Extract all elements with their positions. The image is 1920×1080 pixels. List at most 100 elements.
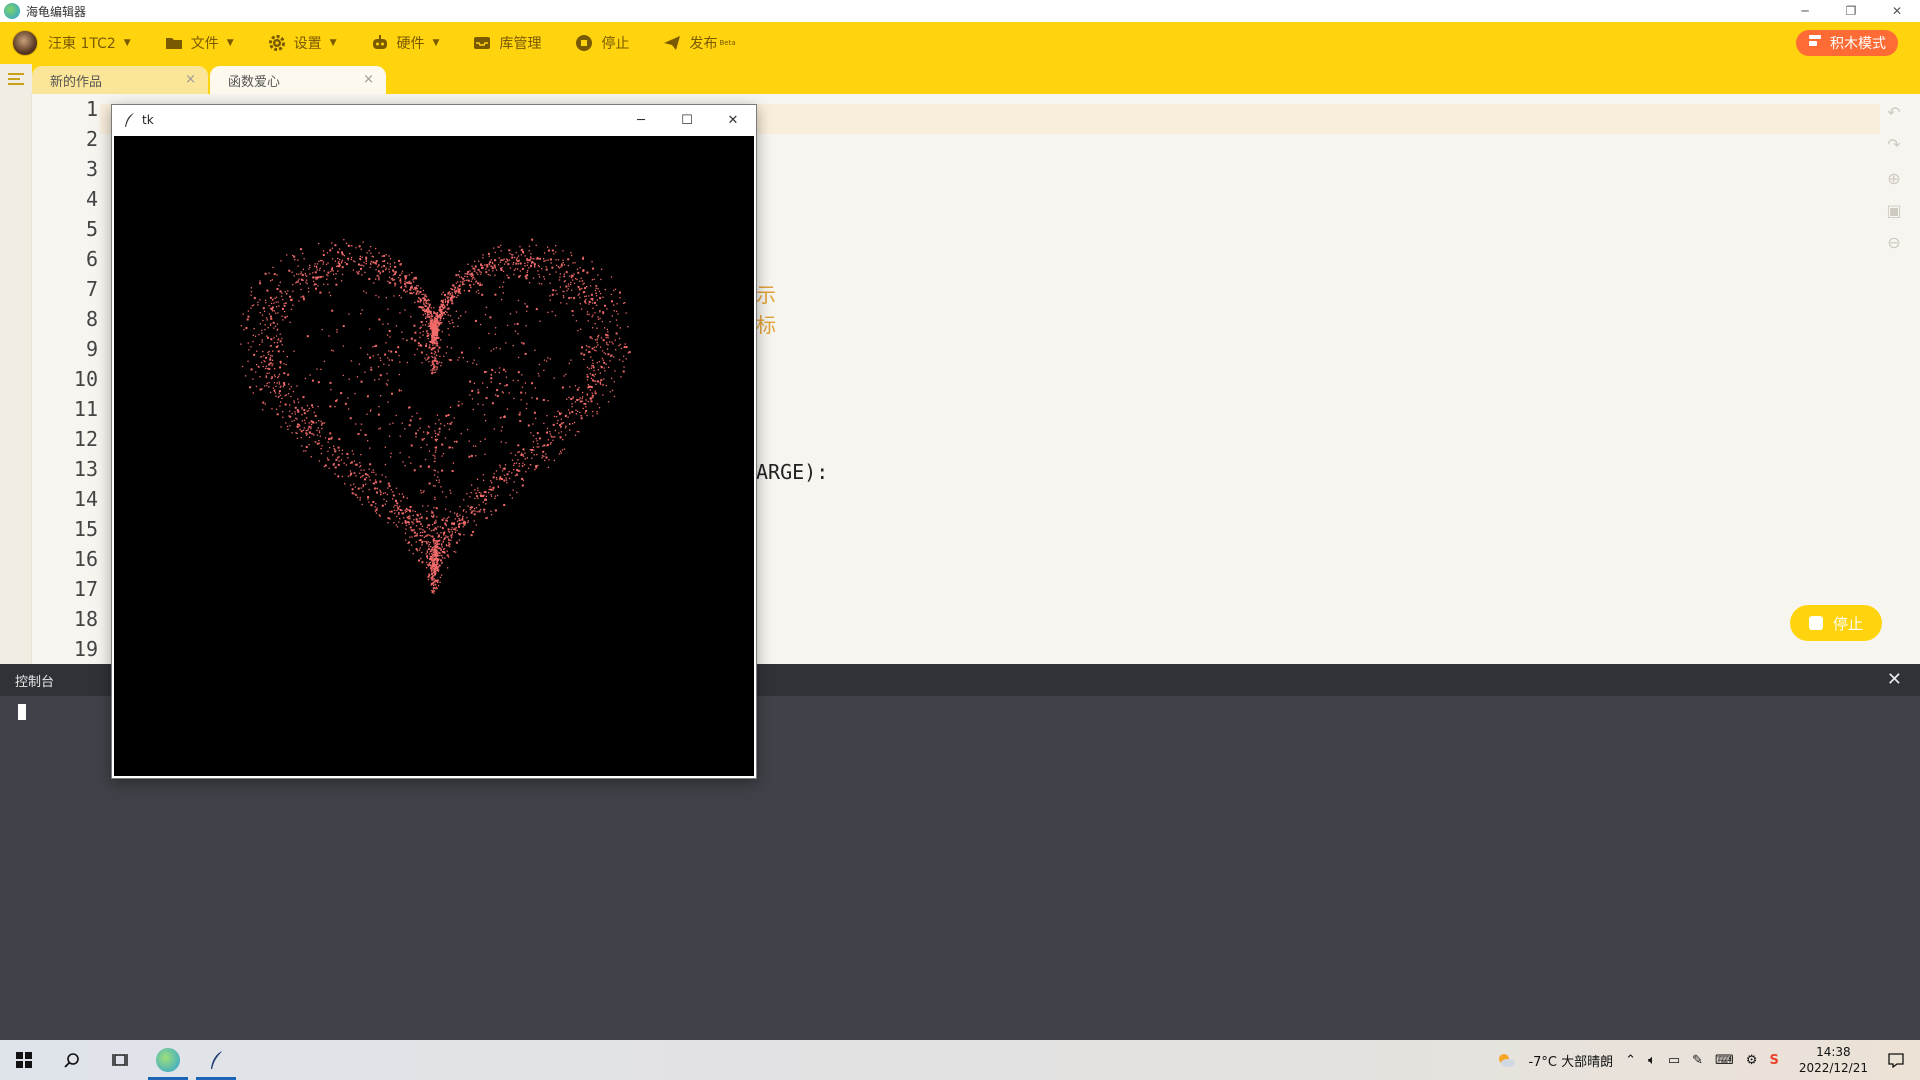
search-button[interactable]	[48, 1040, 96, 1080]
user-menu[interactable]: 汪東 1TC2 ▼	[48, 22, 131, 64]
line-number: 16	[73, 547, 98, 571]
publish-button[interactable]: 发布 Beta	[663, 22, 736, 64]
pen-icon[interactable]: ✎	[1692, 1053, 1703, 1068]
file-menu-label: 文件	[190, 36, 219, 52]
block-mode-label: 积木模式	[1830, 36, 1886, 52]
stop-icon	[1808, 616, 1823, 630]
chevron-up-icon[interactable]: ⌃	[1625, 1053, 1636, 1068]
settings-menu[interactable]: 设置 ▼	[268, 22, 337, 64]
zoom-in-icon[interactable]: ⊕	[1884, 168, 1904, 188]
feather-icon	[125, 113, 134, 127]
tab-label: 新的作品	[50, 74, 103, 90]
weather-icon[interactable]	[1496, 1052, 1516, 1068]
library-manager-button[interactable]: 库管理	[473, 22, 541, 64]
user-name: 汪東 1TC2	[48, 36, 116, 52]
code-line: ARGE):	[756, 460, 829, 484]
tk-titlebar[interactable]: tk ─ ☐ ✕	[112, 105, 756, 135]
line-number: 7	[85, 277, 98, 301]
line-number: 5	[85, 217, 98, 241]
tk-minimize-button[interactable]: ─	[618, 105, 664, 135]
side-strip	[0, 94, 32, 664]
tab-close-button[interactable]: ×	[185, 72, 196, 87]
beta-badge: Beta	[719, 39, 736, 47]
feather-icon	[210, 1051, 223, 1069]
line-number: 11	[73, 397, 98, 421]
redo-icon[interactable]: ↷	[1884, 134, 1904, 154]
line-number: 10	[73, 367, 98, 391]
tk-maximize-button[interactable]: ☐	[664, 105, 710, 135]
stop-button[interactable]: 停止	[575, 22, 629, 64]
clock-date: 2022/12/21	[1798, 1061, 1868, 1075]
stop-label: 停止	[1832, 614, 1863, 633]
tab-close-button[interactable]: ×	[363, 72, 374, 87]
tab-label: 函数爱心	[228, 74, 281, 90]
tab-function-heart[interactable]: 函数爱心 ×	[210, 66, 386, 94]
restore-button[interactable]: ❐	[1828, 0, 1874, 22]
line-number: 6	[85, 247, 98, 271]
line-number: 13	[73, 457, 98, 481]
chevron-down-icon: ▼	[226, 38, 234, 48]
blocks-icon	[1808, 34, 1822, 52]
search-icon	[64, 1053, 79, 1068]
notification-icon[interactable]	[1888, 1052, 1904, 1068]
menu-toggle-button[interactable]	[0, 64, 32, 94]
line-number: 9	[85, 337, 98, 361]
line-number: 12	[73, 427, 98, 451]
clock-time: 14:38	[1816, 1045, 1851, 1059]
code-comment: 标	[756, 313, 776, 337]
block-mode-button[interactable]: 积木模式	[1796, 30, 1898, 56]
weather-text[interactable]: -7°C 大部晴朗	[1528, 1051, 1613, 1070]
line-number: 14	[73, 487, 98, 511]
line-number-gutter: 1 2 3 4 5 6 7 8 9 10 11 12 13 14 15 16 17 18 19	[40, 94, 100, 664]
heart-particles	[240, 238, 631, 594]
taskbar-turtle-editor[interactable]	[144, 1040, 192, 1080]
speaker-icon[interactable]: 🔈︎	[1648, 1053, 1656, 1068]
folder-icon	[165, 34, 183, 52]
tk-window[interactable]: tk ─ ☐ ✕	[111, 104, 757, 779]
avatar[interactable]	[12, 30, 38, 56]
settings-menu-label: 设置	[293, 36, 322, 52]
line-number: 18	[73, 607, 98, 631]
tab-new-work[interactable]: 新的作品 ×	[32, 66, 208, 94]
inbox-icon	[473, 34, 491, 52]
system-tray: -7°C 大部晴朗 ⌃ 🔈︎ ▭ ✎ ⌨ ⚙ S 14:38 2022/12/2…	[1490, 1040, 1920, 1080]
network-icon[interactable]: ▭	[1668, 1053, 1680, 1068]
undo-icon[interactable]: ↶	[1884, 102, 1904, 122]
tk-title: tk	[142, 113, 154, 127]
line-number: 3	[85, 157, 98, 181]
file-menu[interactable]: 文件 ▼	[165, 22, 234, 64]
app-title: 海龟编辑器	[26, 4, 87, 19]
tk-close-button[interactable]: ✕	[710, 105, 756, 135]
keyboard-icon[interactable]: ⌨	[1715, 1053, 1734, 1068]
clock[interactable]: 14:38 2022/12/21	[1799, 1044, 1868, 1076]
line-number: 15	[73, 517, 98, 541]
paper-plane-icon	[663, 34, 681, 52]
console-close-button[interactable]: ✕	[1887, 669, 1902, 690]
line-number: 2	[85, 127, 98, 151]
app-logo-icon	[4, 3, 20, 19]
editor-side-tools: ↶ ↷ ⊕ ▣ ⊖	[1884, 102, 1908, 264]
sogou-icon[interactable]: S	[1769, 1053, 1778, 1068]
line-number: 1	[85, 97, 98, 121]
line-number: 4	[85, 187, 98, 211]
start-button[interactable]	[0, 1040, 48, 1080]
taskbar-tk-window[interactable]	[192, 1040, 240, 1080]
task-view-button[interactable]	[96, 1040, 144, 1080]
floating-stop-button[interactable]: 停止	[1790, 605, 1882, 641]
input-method-icon[interactable]: ⚙	[1746, 1053, 1758, 1068]
close-button[interactable]: ✕	[1874, 0, 1920, 22]
line-number: 8	[85, 307, 98, 331]
console-cursor	[18, 704, 26, 720]
main-toolbar: 汪東 1TC2 ▼ 文件 ▼ 设置 ▼ 硬件 ▼ 库管理 停止 发布 Beta …	[0, 22, 1920, 64]
publish-label: 发布	[689, 36, 718, 52]
zoom-out-icon[interactable]: ⊖	[1884, 232, 1904, 252]
hardware-menu[interactable]: 硬件 ▼	[371, 22, 439, 64]
code-comment: 示	[756, 283, 776, 307]
minimize-button[interactable]: ─	[1782, 0, 1828, 22]
windows-icon	[16, 1052, 32, 1068]
list-icon	[8, 73, 24, 85]
hardware-menu-label: 硬件	[396, 36, 425, 52]
task-view-icon	[112, 1054, 128, 1066]
console-title: 控制台	[15, 674, 55, 690]
zoom-reset-icon[interactable]: ▣	[1884, 200, 1904, 220]
